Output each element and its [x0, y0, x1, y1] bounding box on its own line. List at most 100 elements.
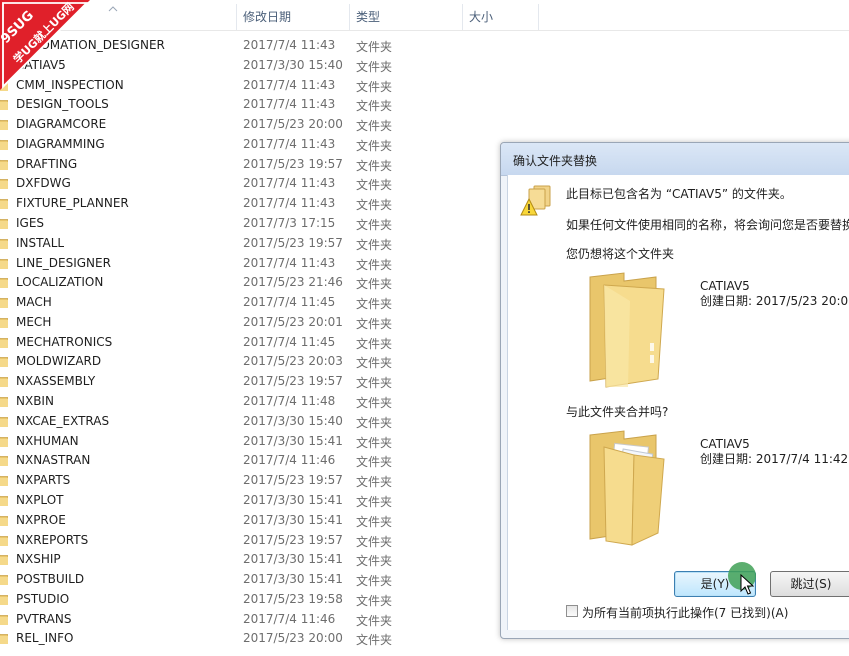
column-separator[interactable]	[538, 4, 539, 30]
file-type: 文件夹	[356, 59, 393, 74]
file-row[interactable]: NXREPORTS 2017/5/23 19:57 文件夹	[0, 531, 540, 550]
file-date: 2017/7/4 11:43	[243, 38, 336, 52]
folder-icon	[0, 257, 9, 269]
file-row[interactable]: NXHUMAN 2017/3/30 15:41 文件夹	[0, 432, 540, 451]
mouse-cursor-icon	[740, 574, 754, 595]
column-size-header[interactable]: 大小	[464, 4, 536, 30]
file-row[interactable]: REL_INFO 2017/5/23 20:00 文件夹	[0, 629, 540, 648]
file-date: 2017/7/4 11:46	[243, 453, 336, 468]
file-date: 2017/5/23 19:57	[243, 374, 343, 389]
folder-icon	[0, 395, 9, 408]
folder-icon	[0, 415, 9, 428]
file-type: 文件夹	[356, 138, 393, 153]
file-date: 2017/3/30 15:41	[243, 552, 343, 567]
file-name: MOLDWIZARD	[16, 354, 102, 369]
file-row[interactable]: NXNASTRAN 2017/7/4 11:46 文件夹	[0, 451, 540, 470]
file-name: IGES	[16, 216, 45, 231]
file-row[interactable]: NXASSEMBLY 2017/5/23 19:57 文件夹	[0, 372, 540, 391]
file-name: NXHUMAN	[16, 433, 79, 448]
file-date: 2017/5/23 19:58	[243, 591, 343, 606]
file-row[interactable]: DRAFTING 2017/5/23 19:57 文件夹	[0, 155, 540, 174]
column-type-header[interactable]: 类型	[351, 4, 461, 30]
file-row[interactable]: INSTALL 2017/5/23 19:57 文件夹	[0, 234, 540, 253]
file-type: 文件夹	[356, 79, 393, 94]
file-date: 2017/3/30 15:41	[243, 492, 343, 507]
file-row[interactable]: FIXTURE_PLANNER 2017/7/4 11:43 文件夹	[0, 194, 540, 213]
file-row[interactable]: NXSHIP 2017/3/30 15:41 文件夹	[0, 550, 540, 569]
file-row[interactable]: IGES 2017/7/3 17:15 文件夹	[0, 214, 540, 233]
file-name: NXBIN	[16, 394, 54, 409]
file-name: NXNASTRAN	[16, 453, 91, 468]
file-date: 2017/5/23 20:01	[243, 314, 343, 329]
file-name: NXASSEMBLY	[16, 374, 96, 389]
file-type: 文件夹	[356, 593, 393, 608]
file-type: 文件夹	[356, 435, 393, 450]
file-date: 2017/7/4 11:43	[243, 196, 336, 211]
folder-icon	[0, 553, 9, 566]
file-date: 2017/3/30 15:41	[243, 572, 343, 587]
file-date: 2017/3/30 15:41	[243, 433, 343, 448]
file-date: 2017/5/23 20:00	[243, 631, 343, 646]
file-date: 2017/5/23 19:57	[243, 473, 343, 488]
file-date: 2017/3/30 15:41	[243, 512, 343, 527]
skip-button[interactable]: 跳过(S)	[770, 571, 849, 597]
apply-all-checkbox[interactable]	[566, 605, 578, 617]
dialog-title-bar[interactable]: 确认文件夹替换	[501, 143, 849, 176]
file-row[interactable]: MECH 2017/5/23 20:01 文件夹	[0, 313, 540, 332]
folder-icon	[0, 217, 9, 230]
file-date: 2017/3/30 15:40	[243, 57, 343, 72]
file-date: 2017/5/23 19:57	[243, 235, 343, 250]
file-row[interactable]: DESIGN_TOOLS 2017/7/4 11:43 文件夹	[0, 95, 540, 114]
file-row[interactable]: NXBIN 2017/7/4 11:48 文件夹	[0, 392, 540, 411]
file-row[interactable]: PVTRANS 2017/7/4 11:46 文件夹	[0, 610, 540, 629]
file-type: 文件夹	[356, 237, 393, 252]
file-row[interactable]: DXFDWG 2017/7/4 11:43 文件夹	[0, 174, 540, 193]
column-date-header[interactable]: 修改日期	[238, 4, 348, 30]
dialog-title: 确认文件夹替换	[513, 154, 598, 168]
source-folder-icon[interactable]	[584, 429, 670, 547]
folder-icon	[0, 138, 9, 151]
file-type: 文件夹	[356, 336, 393, 351]
file-name: LINE_DESIGNER	[16, 255, 111, 270]
file-name: MECH	[16, 314, 52, 329]
folder-icon	[0, 593, 9, 606]
file-type: 文件夹	[356, 257, 393, 272]
file-date: 2017/7/4 11:48	[243, 394, 336, 409]
file-date: 2017/3/30 15:40	[243, 413, 343, 428]
file-type: 文件夹	[356, 277, 393, 292]
folder-icon	[0, 514, 9, 527]
file-row[interactable]: DIAGRAMCORE 2017/5/23 20:00 文件夹	[0, 115, 540, 134]
file-type: 文件夹	[356, 178, 393, 193]
file-row[interactable]: POSTBUILD 2017/3/30 15:41 文件夹	[0, 570, 540, 589]
folder-icon	[0, 573, 9, 586]
confirm-folder-replace-dialog: 确认文件夹替换 此目标已包含名为 “CATIAV5” 的文件夹。 如果任何文件使…	[500, 142, 849, 639]
file-name: LOCALIZATION	[16, 275, 104, 290]
file-row[interactable]: MECHATRONICS 2017/7/4 11:45 文件夹	[0, 333, 540, 352]
file-row[interactable]: DIAGRAMMING 2017/7/4 11:43 文件夹	[0, 135, 540, 154]
file-date: 2017/7/4 11:46	[243, 611, 336, 626]
file-row[interactable]: NXPLOT 2017/3/30 15:41 文件夹	[0, 491, 540, 510]
file-date: 2017/7/4 11:45	[243, 295, 336, 310]
file-row[interactable]: NXPARTS 2017/5/23 19:57 文件夹	[0, 471, 540, 490]
target-folder-name: CATIAV5	[700, 279, 750, 293]
folder-icon	[0, 296, 9, 309]
file-row[interactable]: NXCAE_EXTRAS 2017/3/30 15:40 文件夹	[0, 412, 540, 431]
folder-icon	[0, 177, 9, 190]
file-row[interactable]: LINE_DESIGNER 2017/7/4 11:43 文件夹	[0, 254, 540, 273]
file-row[interactable]: MACH 2017/7/4 11:45 文件夹	[0, 293, 540, 312]
column-header: 修改日期 类型 大小	[0, 4, 849, 31]
apply-all-label[interactable]: 为所有当前项执行此操作(7 已找到)(A)	[582, 604, 788, 621]
file-date: 2017/7/3 17:15	[243, 216, 336, 231]
target-folder-icon[interactable]	[584, 271, 670, 389]
file-row[interactable]: MOLDWIZARD 2017/5/23 20:03 文件夹	[0, 352, 540, 371]
target-folder-date: 创建日期: 2017/5/23 20:03	[700, 294, 849, 308]
file-date: 2017/7/4 11:43	[243, 255, 336, 270]
file-row[interactable]: NXPROE 2017/3/30 15:41 文件夹	[0, 511, 540, 530]
column-separator[interactable]	[462, 4, 463, 30]
column-separator[interactable]	[236, 4, 237, 30]
file-row[interactable]: PSTUDIO 2017/5/23 19:58 文件夹	[0, 590, 540, 609]
column-separator[interactable]	[349, 4, 350, 30]
file-row[interactable]: LOCALIZATION 2017/5/23 21:46 文件夹	[0, 273, 540, 292]
file-date: 2017/5/23 20:03	[243, 354, 343, 369]
folder-icon	[0, 474, 9, 487]
